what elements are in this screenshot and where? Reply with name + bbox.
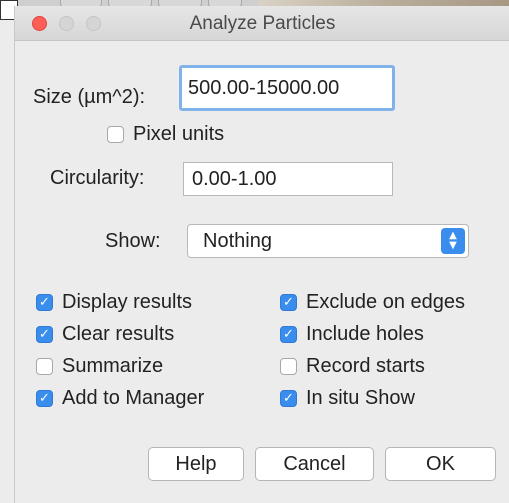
help-button[interactable]: Help (148, 447, 244, 481)
add-to-manager-checkbox[interactable]: ✓ Add to Manager (36, 387, 204, 409)
size-field[interactable]: 500.00-15000.00 (179, 65, 395, 111)
chevron-up-down-icon: ▲ ▼ (441, 228, 465, 254)
checkbox-box (36, 357, 53, 375)
record-starts-checkbox[interactable]: Record starts (280, 355, 425, 377)
clear-results-label: Clear results (62, 322, 175, 345)
in-situ-show-label: In situ Show (306, 386, 415, 409)
checkbox-box: ✓ (280, 389, 297, 407)
checkbox-box: ✓ (36, 325, 53, 343)
pixel-units-label: Pixel units (133, 122, 225, 145)
clear-results-checkbox[interactable]: ✓ Clear results (36, 323, 174, 345)
size-label: Size (µm^2): (33, 86, 146, 108)
checkmark-icon: ✓ (283, 326, 294, 342)
checkbox-box: ✓ (280, 293, 297, 311)
pixel-units-checkbox[interactable]: Pixel units (107, 123, 224, 145)
checkbox-box: ✓ (36, 389, 53, 407)
checkmark-icon: ✓ (283, 294, 294, 310)
checkbox-box (107, 125, 124, 143)
exclude-on-edges-checkbox[interactable]: ✓ Exclude on edges (280, 291, 465, 313)
in-situ-show-checkbox[interactable]: ✓ In situ Show (280, 387, 415, 409)
analyze-particles-dialog: Analyze Particles Size (µm^2): 500.00-15… (14, 6, 509, 503)
exclude-on-edges-label: Exclude on edges (306, 290, 466, 313)
summarize-label: Summarize (62, 354, 164, 377)
checkmark-icon: ✓ (39, 326, 50, 342)
display-results-checkbox[interactable]: ✓ Display results (36, 291, 192, 313)
cancel-button[interactable]: Cancel (255, 447, 374, 481)
circularity-field[interactable]: 0.00-1.00 (183, 162, 393, 196)
show-label: Show: (105, 230, 161, 252)
summarize-checkbox[interactable]: Summarize (36, 355, 163, 377)
ok-button[interactable]: OK (385, 447, 496, 481)
circularity-label: Circularity: (50, 167, 145, 189)
checkbox-box: ✓ (280, 325, 297, 343)
dialog-title: Analyze Particles (189, 13, 336, 34)
checkmark-icon: ✓ (39, 390, 50, 406)
checkmark-icon: ✓ (283, 390, 294, 406)
show-selected-value: Nothing (203, 230, 272, 252)
include-holes-checkbox[interactable]: ✓ Include holes (280, 323, 424, 345)
checkbox-box (280, 357, 297, 375)
checkbox-box: ✓ (36, 293, 53, 311)
add-to-manager-label: Add to Manager (62, 386, 205, 409)
include-holes-label: Include holes (306, 322, 424, 345)
show-select[interactable]: Nothing ▲ ▼ (187, 224, 469, 258)
record-starts-label: Record starts (306, 354, 425, 377)
checkmark-icon: ✓ (39, 294, 50, 310)
display-results-label: Display results (62, 290, 193, 313)
title-bar[interactable]: Analyze Particles (15, 6, 509, 41)
